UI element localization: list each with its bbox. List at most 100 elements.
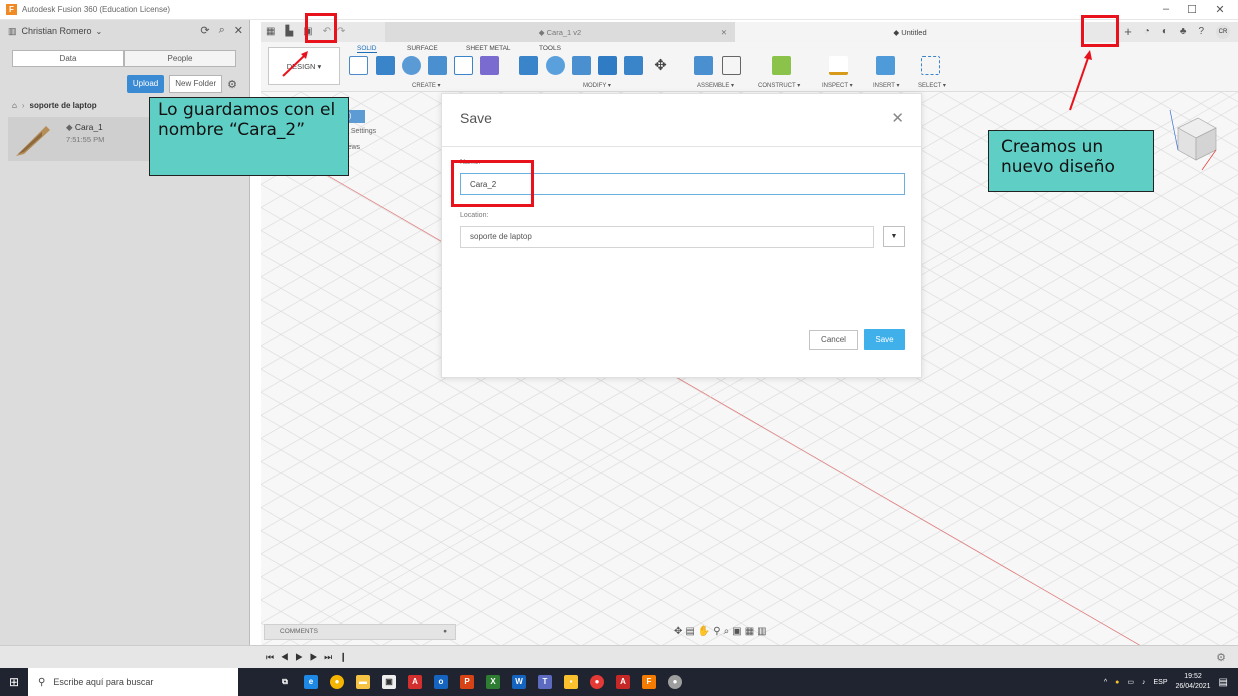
tab-tools[interactable]: TOOLS xyxy=(539,45,561,52)
clock[interactable]: 19:52 26/04/2021 xyxy=(1176,672,1211,692)
taskbar-search[interactable]: ⚲ Escribe aquí para buscar xyxy=(28,668,238,696)
look-at-icon[interactable]: ▤ xyxy=(685,626,694,637)
timeline-controls[interactable]: ⏮ ◀ ▶ ▶ ⏭ ┃ xyxy=(266,652,350,663)
network-icon[interactable]: ▭ xyxy=(1127,678,1134,686)
apps-grid-icon[interactable]: ▦ xyxy=(266,26,275,37)
notifications-icon[interactable]: ♣ xyxy=(1180,26,1187,37)
maximize-button[interactable]: ☐ xyxy=(1182,3,1202,16)
tab-sheet-metal[interactable]: SHEET METAL xyxy=(466,45,511,52)
file-menu-icon[interactable]: ▙ xyxy=(285,26,293,37)
tab-untitled[interactable]: ◆ Untitled xyxy=(735,22,1085,42)
combine-icon[interactable] xyxy=(624,56,643,75)
fusion360-icon[interactable]: F xyxy=(642,675,656,689)
language-indicator[interactable]: ESP xyxy=(1153,679,1167,686)
close-icon[interactable]: ✕ xyxy=(891,109,904,127)
gear-icon[interactable]: ⚙ xyxy=(227,78,237,91)
explorer-icon[interactable]: ▬ xyxy=(356,675,370,689)
add-comment-icon[interactable]: ● xyxy=(443,625,447,639)
pattern-icon[interactable] xyxy=(454,56,473,75)
viewports-icon[interactable]: ▥ xyxy=(757,626,766,637)
help-icon[interactable]: ? xyxy=(1198,26,1204,37)
shell-icon[interactable] xyxy=(598,56,617,75)
windows-start-icon[interactable]: ⊞ xyxy=(0,668,28,696)
breadcrumb-folder[interactable]: soporte de laptop xyxy=(30,101,97,110)
home-icon[interactable]: ⌂ xyxy=(12,101,17,110)
select-icon[interactable] xyxy=(921,56,940,75)
move-icon[interactable]: ✥ xyxy=(651,56,670,75)
tab-people[interactable]: People xyxy=(124,50,236,67)
group-assemble[interactable]: ASSEMBLE ▾ xyxy=(697,82,734,89)
comments-panel[interactable]: COMMENTS ● xyxy=(264,624,456,640)
minimize-button[interactable]: – xyxy=(1156,3,1176,15)
hole-icon[interactable] xyxy=(428,56,447,75)
insert-image-icon[interactable] xyxy=(876,56,895,75)
group-create[interactable]: CREATE ▾ xyxy=(412,82,441,89)
excel-icon[interactable]: X xyxy=(486,675,500,689)
tab-cara1[interactable]: ◆ Cara_1 v2 ✕ xyxy=(385,22,735,42)
avatar[interactable]: CR xyxy=(1216,24,1230,39)
upload-button[interactable]: Upload xyxy=(126,75,165,93)
chrome-icon[interactable]: ● xyxy=(330,675,344,689)
zoom-window-icon[interactable]: ⚲ xyxy=(713,626,720,637)
acrobat-icon[interactable]: A xyxy=(616,675,630,689)
press-pull-icon[interactable] xyxy=(519,56,538,75)
offset-plane-icon[interactable] xyxy=(772,56,791,75)
new-component-icon[interactable] xyxy=(694,56,713,75)
group-modify[interactable]: MODIFY ▾ xyxy=(583,82,611,89)
group-insert[interactable]: INSERT ▾ xyxy=(873,82,899,89)
orbit-icon[interactable]: ✥ xyxy=(674,626,682,637)
user-name[interactable]: Christian Romero xyxy=(22,26,92,36)
joint-icon[interactable] xyxy=(722,56,741,75)
group-select[interactable]: SELECT ▾ xyxy=(918,82,946,89)
zoom-icon[interactable]: ⌕ xyxy=(724,626,730,637)
workspace-switcher[interactable]: DESIGN ▾ xyxy=(268,47,340,85)
tab-solid[interactable]: SOLID xyxy=(357,45,377,53)
tab-data[interactable]: Data xyxy=(12,50,124,67)
tray-expand-icon[interactable]: ^ xyxy=(1104,679,1107,686)
volume-icon[interactable]: ♪ xyxy=(1142,679,1146,686)
revolve-icon[interactable] xyxy=(402,56,421,75)
task-view-icon[interactable]: ⧉ xyxy=(278,675,292,689)
extensions-icon[interactable]: ◔ xyxy=(1144,26,1150,37)
refresh-icon[interactable]: ⟳ xyxy=(200,24,209,37)
word-icon[interactable]: W xyxy=(512,675,526,689)
close-panel-icon[interactable]: ✕ xyxy=(234,24,243,37)
create-form-icon[interactable] xyxy=(480,56,499,75)
display-settings-icon[interactable]: ▣ xyxy=(732,626,741,637)
new-tab-plus-icon[interactable]: + xyxy=(1124,24,1132,39)
sticky-notes-icon[interactable]: ▪ xyxy=(564,675,578,689)
chevron-down-icon[interactable]: ⌄ xyxy=(96,27,103,36)
pan-icon[interactable]: ✋ xyxy=(698,626,710,637)
view-cube[interactable] xyxy=(1168,108,1220,176)
chamfer-icon[interactable] xyxy=(572,56,591,75)
edge-icon[interactable]: e xyxy=(304,675,318,689)
search-icon[interactable]: ⌕ xyxy=(219,24,225,37)
group-construct[interactable]: CONSTRUCT ▾ xyxy=(758,82,800,89)
fillet-icon[interactable] xyxy=(546,56,565,75)
group-inspect[interactable]: INSPECT ▾ xyxy=(822,82,853,89)
chrome-profile-icon[interactable]: ● xyxy=(590,675,604,689)
paint-icon[interactable]: ● xyxy=(668,675,682,689)
redo-icon[interactable]: ↷ xyxy=(337,26,345,37)
powerpoint-icon[interactable]: P xyxy=(460,675,474,689)
close-window-button[interactable]: ✕ xyxy=(1210,3,1230,16)
norton-icon[interactable]: ● xyxy=(1115,679,1119,686)
measure-icon[interactable] xyxy=(829,56,848,75)
extrude-icon[interactable] xyxy=(376,56,395,75)
autocad-icon[interactable]: A xyxy=(408,675,422,689)
outlook-icon[interactable]: o xyxy=(434,675,448,689)
job-status-icon[interactable]: ◐ xyxy=(1162,26,1168,37)
store-icon[interactable]: ▣ xyxy=(382,675,396,689)
timeline-settings-icon[interactable]: ⚙ xyxy=(1216,651,1226,664)
teams-icon[interactable]: T xyxy=(538,675,552,689)
grid-settings-icon[interactable]: ▦ xyxy=(745,626,754,637)
tab-surface[interactable]: SURFACE xyxy=(407,45,438,52)
create-sketch-icon[interactable] xyxy=(349,56,368,75)
save-button[interactable]: Save xyxy=(864,329,905,350)
new-folder-button[interactable]: New Folder xyxy=(169,75,223,93)
cancel-button[interactable]: Cancel xyxy=(809,330,858,350)
notifications-center-icon[interactable]: ▤ xyxy=(1219,677,1228,688)
close-tab-icon[interactable]: ✕ xyxy=(721,28,727,37)
location-dropdown-button[interactable]: ▼ xyxy=(883,226,905,247)
location-field[interactable]: soporte de laptop xyxy=(460,226,874,248)
